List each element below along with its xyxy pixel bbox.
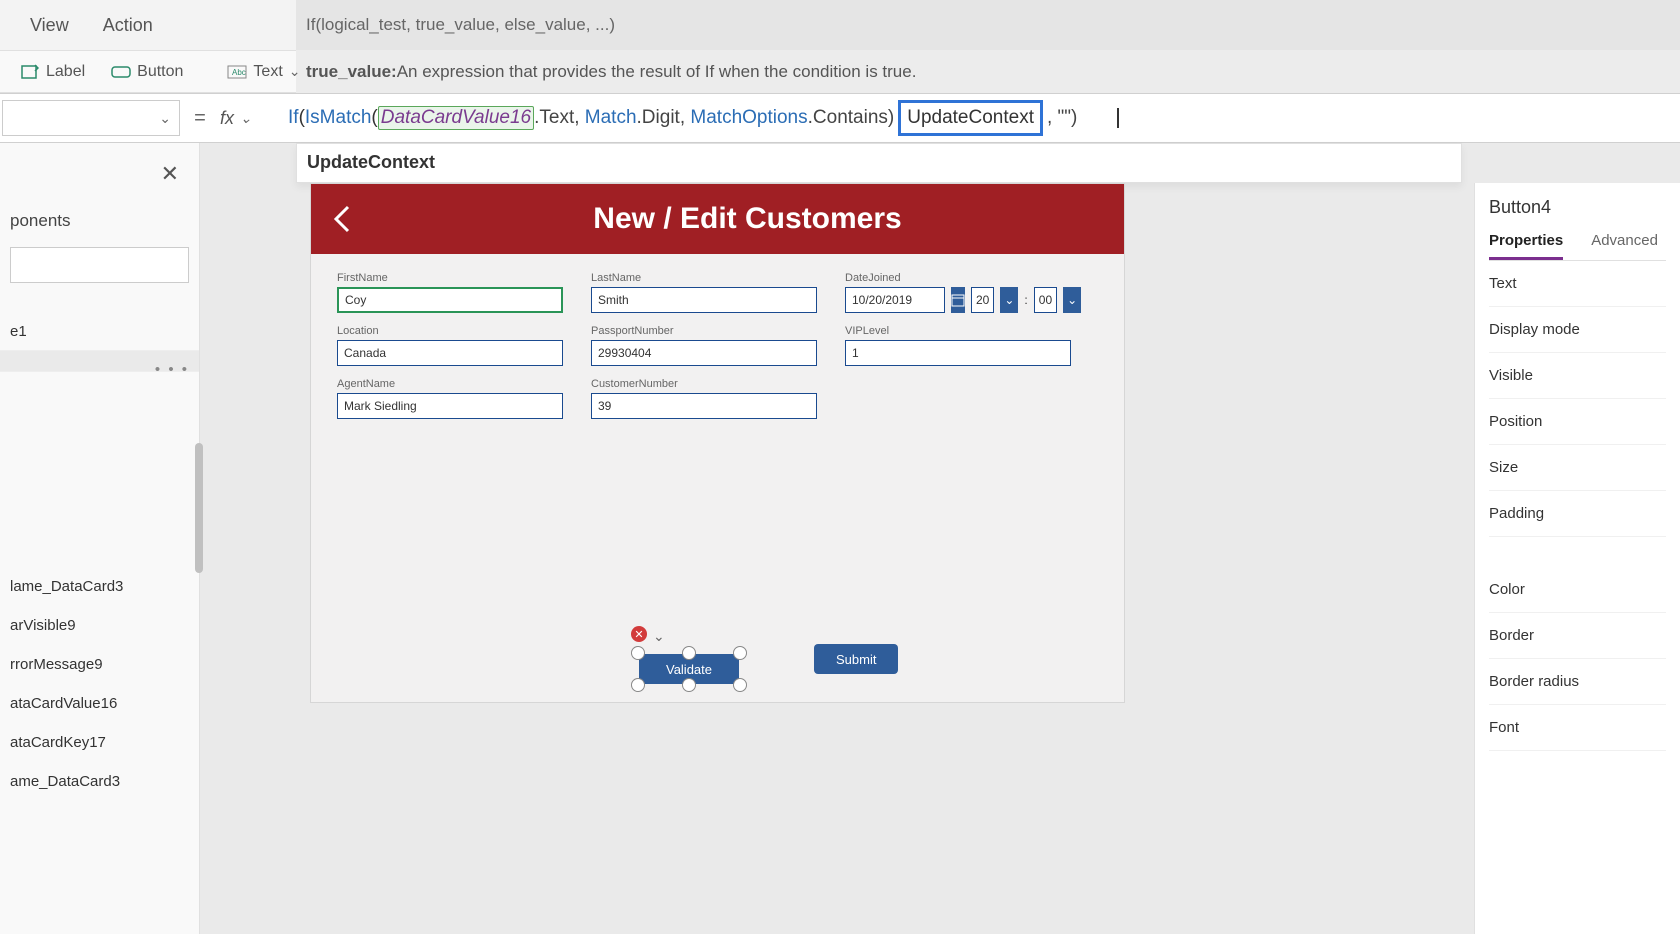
app-canvas: New / Edit Customers FirstName LastName … (310, 183, 1125, 703)
prop-padding[interactable]: Padding (1489, 491, 1666, 537)
label-vip: VIPLevel (845, 325, 1071, 337)
field-passport: PassportNumber (591, 325, 817, 366)
form-area: FirstName LastName DateJoined 20 ⌄ : 00 … (311, 254, 1124, 449)
tree-search-input[interactable] (10, 247, 189, 283)
formula-bar: ⌄ = fx⌄ If(IsMatch(DataCardValue16.Text,… (0, 93, 1680, 143)
property-dropdown[interactable]: ⌄ (2, 100, 180, 136)
menu-action[interactable]: Action (103, 15, 153, 36)
field-custno: CustomerNumber (591, 378, 817, 419)
tree-view-panel: ✕ ponents e1 • • • lame_DataCard3 arVisi… (0, 143, 200, 934)
label-icon (20, 62, 40, 82)
prop-color[interactable]: Color (1489, 567, 1666, 613)
field-lastname: LastName (591, 272, 817, 313)
more-icon[interactable]: • • • (155, 361, 189, 378)
label-firstname: FirstName (337, 272, 563, 284)
validate-selection: ✕ ⌄ Validate (639, 654, 739, 684)
formula-param-hint: true_value: An expression that provides … (296, 50, 1680, 93)
ribbon-label[interactable]: Label (10, 58, 95, 86)
ribbon-button[interactable]: Button (101, 58, 193, 86)
tree-child[interactable]: ame_DataCard3 (0, 767, 199, 806)
label-location: Location (337, 325, 563, 337)
minute-chevron[interactable]: ⌄ (1063, 287, 1081, 313)
tree-item[interactable]: e1 (0, 313, 199, 351)
input-date[interactable] (845, 287, 945, 313)
validate-button[interactable]: Validate (639, 654, 739, 684)
properties-panel: Button4 Properties Advanced Text Display… (1474, 183, 1680, 934)
chevron-down-icon: ⌄ (289, 63, 301, 80)
tree-child[interactable]: lame_DataCard3 (0, 572, 199, 611)
input-location[interactable] (337, 340, 563, 366)
field-datejoined: DateJoined 20 ⌄ : 00 ⌄ (845, 272, 1071, 313)
label-lastname: LastName (591, 272, 817, 284)
label-passport: PassportNumber (591, 325, 817, 337)
input-lastname[interactable] (591, 287, 817, 313)
field-vip: VIPLevel (845, 325, 1071, 366)
label-datejoined: DateJoined (845, 272, 1071, 284)
chevron-down-icon: ⌄ (240, 110, 252, 127)
formula-signature-hint: If(logical_test, true_value, else_value,… (296, 0, 1680, 50)
properties-tabs: Properties Advanced (1489, 232, 1666, 261)
field-firstname: FirstName (337, 272, 563, 313)
tree-item-selected[interactable]: • • • (0, 351, 199, 372)
close-icon[interactable]: ✕ (161, 161, 179, 187)
tree-child[interactable]: ataCardValue16 (0, 689, 199, 728)
formula-input[interactable]: If(IsMatch(DataCardValue16.Text, Match.D… (280, 100, 1680, 136)
tree-child[interactable]: arVisible9 (0, 611, 199, 650)
calendar-icon[interactable] (951, 287, 965, 313)
prop-border-radius[interactable]: Border radius (1489, 659, 1666, 705)
tree-children: lame_DataCard3 arVisible9 rrorMessage9 a… (0, 572, 199, 806)
ribbon-text[interactable]: Abc Text ⌄ (217, 58, 310, 86)
tab-properties[interactable]: Properties (1489, 232, 1563, 260)
submit-button[interactable]: Submit (814, 644, 898, 674)
highlighted-token: UpdateContext (898, 100, 1043, 136)
resize-handle[interactable] (631, 646, 645, 660)
text-cursor (1117, 108, 1119, 128)
app-title: New / Edit Customers (371, 202, 1124, 236)
prop-display-mode[interactable]: Display mode (1489, 307, 1666, 353)
equals-sign: = (180, 107, 220, 130)
resize-handle[interactable] (733, 678, 747, 692)
label-agent: AgentName (337, 378, 563, 390)
resize-handle[interactable] (682, 678, 696, 692)
chevron-left-icon (330, 203, 352, 235)
delete-control-icon[interactable]: ✕ (631, 626, 647, 642)
resize-handle[interactable] (682, 646, 696, 660)
tree-child[interactable]: ataCardKey17 (0, 728, 199, 767)
app-header: New / Edit Customers (311, 184, 1124, 254)
text-icon: Abc (227, 62, 247, 82)
scrollbar-thumb[interactable] (195, 443, 203, 573)
menu-view[interactable]: View (30, 15, 69, 36)
input-passport[interactable] (591, 340, 817, 366)
hour-chevron[interactable]: ⌄ (1000, 287, 1018, 313)
chevron-down-icon[interactable]: ⌄ (653, 628, 665, 645)
label-custno: CustomerNumber (591, 378, 817, 390)
tree-child[interactable]: rrorMessage9 (0, 650, 199, 689)
selected-control-name: Button4 (1489, 197, 1666, 218)
hour-dropdown[interactable]: 20 (971, 287, 994, 313)
field-agent: AgentName (337, 378, 563, 419)
input-firstname[interactable] (337, 287, 563, 313)
fx-button[interactable]: fx⌄ (220, 108, 280, 129)
prop-size[interactable]: Size (1489, 445, 1666, 491)
input-vip[interactable] (845, 340, 1071, 366)
field-location: Location (337, 325, 563, 366)
minute-dropdown[interactable]: 00 (1034, 287, 1057, 313)
button-icon (111, 62, 131, 82)
resize-handle[interactable] (733, 646, 747, 660)
input-custno[interactable] (591, 393, 817, 419)
chevron-down-icon: ⌄ (159, 110, 171, 127)
ribbon: Label Button Abc Text ⌄ (0, 50, 296, 93)
svg-text:Abc: Abc (232, 68, 246, 77)
prop-visible[interactable]: Visible (1489, 353, 1666, 399)
tab-advanced[interactable]: Advanced (1591, 232, 1658, 260)
prop-text[interactable]: Text (1489, 261, 1666, 307)
intellisense-suggestion[interactable]: UpdateContext (296, 143, 1462, 183)
input-agent[interactable] (337, 393, 563, 419)
prop-position[interactable]: Position (1489, 399, 1666, 445)
prop-font[interactable]: Font (1489, 705, 1666, 751)
back-button[interactable] (311, 203, 371, 235)
prop-border[interactable]: Border (1489, 613, 1666, 659)
resize-handle[interactable] (631, 678, 645, 692)
